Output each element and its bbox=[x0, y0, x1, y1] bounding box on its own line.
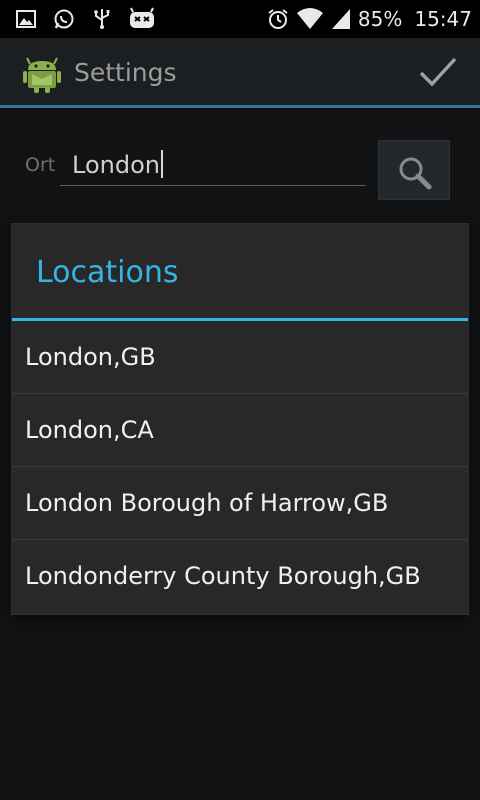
whatsapp-icon bbox=[54, 9, 74, 29]
alarm-icon bbox=[268, 9, 288, 29]
locations-dialog: Locations London,GB London,CA London Bor… bbox=[12, 224, 468, 614]
location-item-london-ca[interactable]: London,CA bbox=[12, 394, 468, 467]
location-label: Ort bbox=[25, 154, 56, 176]
location-item-harrow-gb[interactable]: London Borough of Harrow,GB bbox=[12, 467, 468, 540]
android-app-icon[interactable] bbox=[22, 52, 62, 94]
location-item-label: London,GB bbox=[25, 343, 156, 371]
location-search-input[interactable]: London bbox=[60, 140, 366, 186]
search-button[interactable] bbox=[378, 140, 450, 200]
status-bar: 85% 15:47 bbox=[0, 0, 480, 38]
dialog-header: Locations bbox=[12, 224, 468, 321]
action-bar: Settings bbox=[0, 38, 480, 108]
battery-percentage: 85% bbox=[357, 7, 403, 31]
location-item-label: London Borough of Harrow,GB bbox=[25, 489, 389, 517]
location-item-label: London,CA bbox=[25, 416, 154, 444]
location-item-label: Londonderry County Borough,GB bbox=[25, 562, 421, 590]
page-title: Settings bbox=[74, 58, 177, 87]
locations-list: London,GB London,CA London Borough of Ha… bbox=[12, 321, 468, 613]
location-item-london-gb[interactable]: London,GB bbox=[12, 321, 468, 394]
notification-icons bbox=[14, 7, 156, 31]
cyanogenmod-icon bbox=[130, 7, 154, 28]
search-icon bbox=[399, 157, 432, 190]
usb-icon bbox=[94, 9, 110, 29]
clock: 15:47 bbox=[414, 7, 472, 31]
wifi-icon bbox=[296, 8, 323, 29]
dialog-title: Locations bbox=[36, 255, 179, 290]
location-item-londonderry-gb[interactable]: Londonderry County Borough,GB bbox=[12, 540, 468, 613]
gallery-icon bbox=[16, 10, 36, 28]
checkmark-icon[interactable] bbox=[418, 52, 458, 92]
text-cursor bbox=[160, 150, 163, 178]
system-indicators: 85% 15:47 bbox=[266, 5, 472, 33]
signal-icon bbox=[331, 9, 350, 29]
search-input-value: London bbox=[72, 151, 160, 179]
